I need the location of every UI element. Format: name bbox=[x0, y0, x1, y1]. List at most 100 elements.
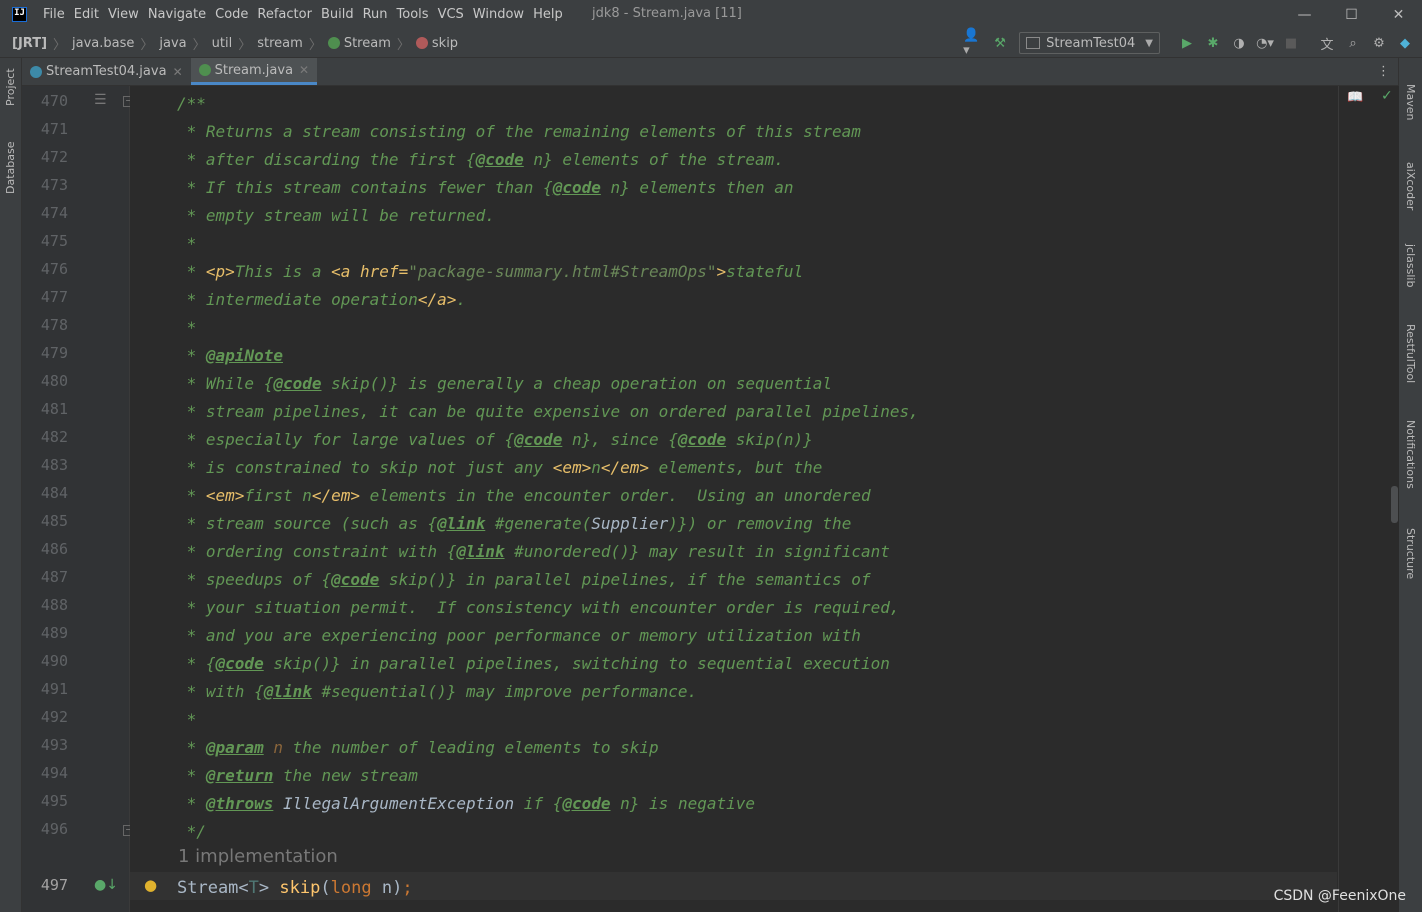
more-icon[interactable]: ⋮ bbox=[1377, 64, 1390, 79]
profile-icon[interactable]: ◔▾ bbox=[1254, 32, 1276, 54]
breadcrumb-java-base[interactable]: java.base bbox=[72, 36, 134, 51]
breadcrumb-skip-method[interactable]: skip bbox=[432, 36, 458, 51]
menu-code[interactable]: Code bbox=[215, 7, 248, 22]
tab-streamtest04[interactable]: StreamTest04.java ✕ bbox=[22, 58, 191, 85]
scrollbar-thumb[interactable] bbox=[1391, 486, 1398, 523]
search-icon[interactable]: ⌕ bbox=[1342, 32, 1364, 54]
menu-refactor[interactable]: Refactor bbox=[257, 7, 312, 22]
reader-mode-icon[interactable]: 📖 bbox=[1347, 90, 1363, 105]
abstract-method-icon bbox=[415, 37, 428, 49]
code-line-478: * bbox=[177, 318, 197, 337]
code-line-486: * ordering constraint with {@link #unord… bbox=[177, 542, 890, 561]
line-number: 479 bbox=[40, 344, 68, 362]
menu-vcs[interactable]: VCS bbox=[438, 7, 464, 22]
code-line-496: */ bbox=[177, 822, 206, 841]
tab-stream[interactable]: Stream.java ✕ bbox=[190, 58, 318, 85]
chevron-right-icon: 〉 bbox=[53, 37, 67, 53]
stop-icon[interactable]: ■ bbox=[1280, 32, 1302, 54]
lightbulb-icon[interactable]: ● bbox=[144, 876, 157, 894]
menu-bar: File Edit View Navigate Code Refactor Bu… bbox=[43, 7, 572, 22]
left-tool-strip: Project Database bbox=[0, 58, 22, 912]
render-doc-icon[interactable]: ☰ bbox=[94, 92, 107, 108]
menu-run[interactable]: Run bbox=[363, 7, 388, 22]
coverage-icon[interactable]: ◑ bbox=[1228, 32, 1250, 54]
breadcrumb-util[interactable]: util bbox=[212, 36, 233, 51]
code-line-495: * @throws IllegalArgumentException if {@… bbox=[177, 794, 756, 813]
code-line-485: * stream source (such as {@link #generat… bbox=[177, 514, 852, 533]
close-icon[interactable]: ✕ bbox=[173, 65, 183, 79]
tab-label: StreamTest04.java bbox=[46, 64, 167, 79]
tool-window-maven[interactable]: Maven bbox=[1404, 84, 1417, 120]
method-signature: Stream<T> skip(long n); bbox=[177, 878, 413, 898]
maximize-button[interactable]: ☐ bbox=[1328, 0, 1375, 29]
debug-icon[interactable]: ✱ bbox=[1202, 32, 1224, 54]
run-configuration-select[interactable]: StreamTest04 ▼ bbox=[1019, 32, 1160, 54]
breadcrumb-stream-interface[interactable]: Stream bbox=[344, 36, 391, 51]
menu-file[interactable]: File bbox=[43, 7, 65, 22]
user-icon[interactable]: 👤▾ bbox=[963, 28, 985, 58]
tool-window-database[interactable]: Database bbox=[4, 142, 17, 195]
tool-window-jclasslib[interactable]: jclasslib bbox=[1404, 244, 1417, 287]
line-number: 485 bbox=[40, 512, 68, 530]
editor-tabs: StreamTest04.java ✕ Stream.java ✕ ⋮ bbox=[22, 58, 1398, 86]
chevron-right-icon: 〉 bbox=[192, 37, 206, 53]
breadcrumb-jrt[interactable]: [JRT] bbox=[12, 36, 47, 51]
run-icon[interactable]: ▶ bbox=[1176, 32, 1198, 54]
close-button[interactable]: ✕ bbox=[1375, 0, 1422, 29]
code-line-481: * stream pipelines, it can be quite expe… bbox=[177, 402, 919, 421]
line-number: 481 bbox=[40, 400, 68, 418]
class-icon bbox=[30, 65, 42, 78]
menu-navigate[interactable]: Navigate bbox=[148, 7, 206, 22]
line-number: 482 bbox=[40, 428, 68, 446]
tab-label: Stream.java bbox=[214, 62, 294, 78]
code-line-472: * after discarding the first {@code n} e… bbox=[177, 150, 784, 169]
line-number: 486 bbox=[40, 540, 68, 558]
code-line-471: * Returns a stream consisting of the rem… bbox=[177, 122, 861, 141]
implemented-by-icon[interactable]: ●↓ bbox=[94, 877, 118, 893]
run-config-icon bbox=[1026, 37, 1041, 49]
code-line-492: * bbox=[177, 710, 197, 729]
gear-icon[interactable]: ⚙ bbox=[1368, 32, 1390, 54]
menu-help[interactable]: Help bbox=[533, 7, 563, 22]
menu-tools[interactable]: Tools bbox=[397, 7, 429, 22]
main-toolbar: 👤▾ ⚒ StreamTest04 ▼ ▶ ✱ ◑ ◔▾ ■ 文 ⌕ ⚙ ◆ bbox=[959, 28, 1416, 58]
tool-window-notifications[interactable]: Notifications bbox=[1404, 420, 1417, 489]
menu-window[interactable]: Window bbox=[473, 7, 524, 22]
tool-window-restfultool[interactable]: RestfulTool bbox=[1404, 324, 1417, 383]
close-icon[interactable]: ✕ bbox=[299, 63, 309, 77]
translate-icon[interactable]: 文 bbox=[1316, 32, 1338, 54]
breadcrumb-java[interactable]: java bbox=[159, 36, 186, 51]
code-line-474: * empty stream will be returned. bbox=[177, 206, 495, 225]
chevron-right-icon: 〉 bbox=[140, 37, 154, 53]
code-editor[interactable]: /** * Returns a stream consisting of the… bbox=[130, 86, 1337, 912]
chevron-right-icon: 〉 bbox=[238, 37, 252, 53]
intellij-logo-icon: IJ bbox=[12, 7, 27, 22]
right-tool-strip: Maven aiXcoder jclasslib RestfulTool Not… bbox=[1398, 58, 1422, 912]
line-number: 474 bbox=[40, 204, 68, 222]
tool-window-aixcoder[interactable]: aiXcoder bbox=[1404, 162, 1417, 210]
line-number: 484 bbox=[40, 484, 68, 502]
line-number: 492 bbox=[40, 708, 68, 726]
line-number: 470 bbox=[40, 92, 68, 110]
code-line-470: /** bbox=[177, 94, 206, 113]
line-number: 487 bbox=[40, 568, 68, 586]
code-line-483: * is constrained to skip not just any <e… bbox=[177, 458, 823, 477]
implementation-hint[interactable]: 1 implementation bbox=[178, 846, 338, 867]
tool-window-structure[interactable]: Structure bbox=[1404, 528, 1417, 579]
line-number: 494 bbox=[40, 764, 68, 782]
breadcrumb-stream-package[interactable]: stream bbox=[257, 36, 303, 51]
inspection-ok-icon[interactable]: ✓ bbox=[1381, 88, 1393, 104]
menu-view[interactable]: View bbox=[108, 7, 139, 22]
title-bar: IJ File Edit View Navigate Code Refactor… bbox=[0, 0, 1422, 29]
toolbox-icon[interactable]: ◆ bbox=[1394, 32, 1416, 54]
minimize-button[interactable]: — bbox=[1281, 0, 1328, 29]
menu-build[interactable]: Build bbox=[321, 7, 354, 22]
line-number: 496 bbox=[40, 820, 68, 838]
code-line-490: * {@code skip()} in parallel pipelines, … bbox=[177, 654, 890, 673]
line-number: 472 bbox=[40, 148, 68, 166]
code-line-479: * @apiNote bbox=[177, 346, 283, 365]
build-hammer-icon[interactable]: ⚒ bbox=[989, 32, 1011, 54]
tool-window-project[interactable]: Project bbox=[4, 68, 17, 106]
menu-edit[interactable]: Edit bbox=[74, 7, 99, 22]
code-line-475: * bbox=[177, 234, 197, 253]
